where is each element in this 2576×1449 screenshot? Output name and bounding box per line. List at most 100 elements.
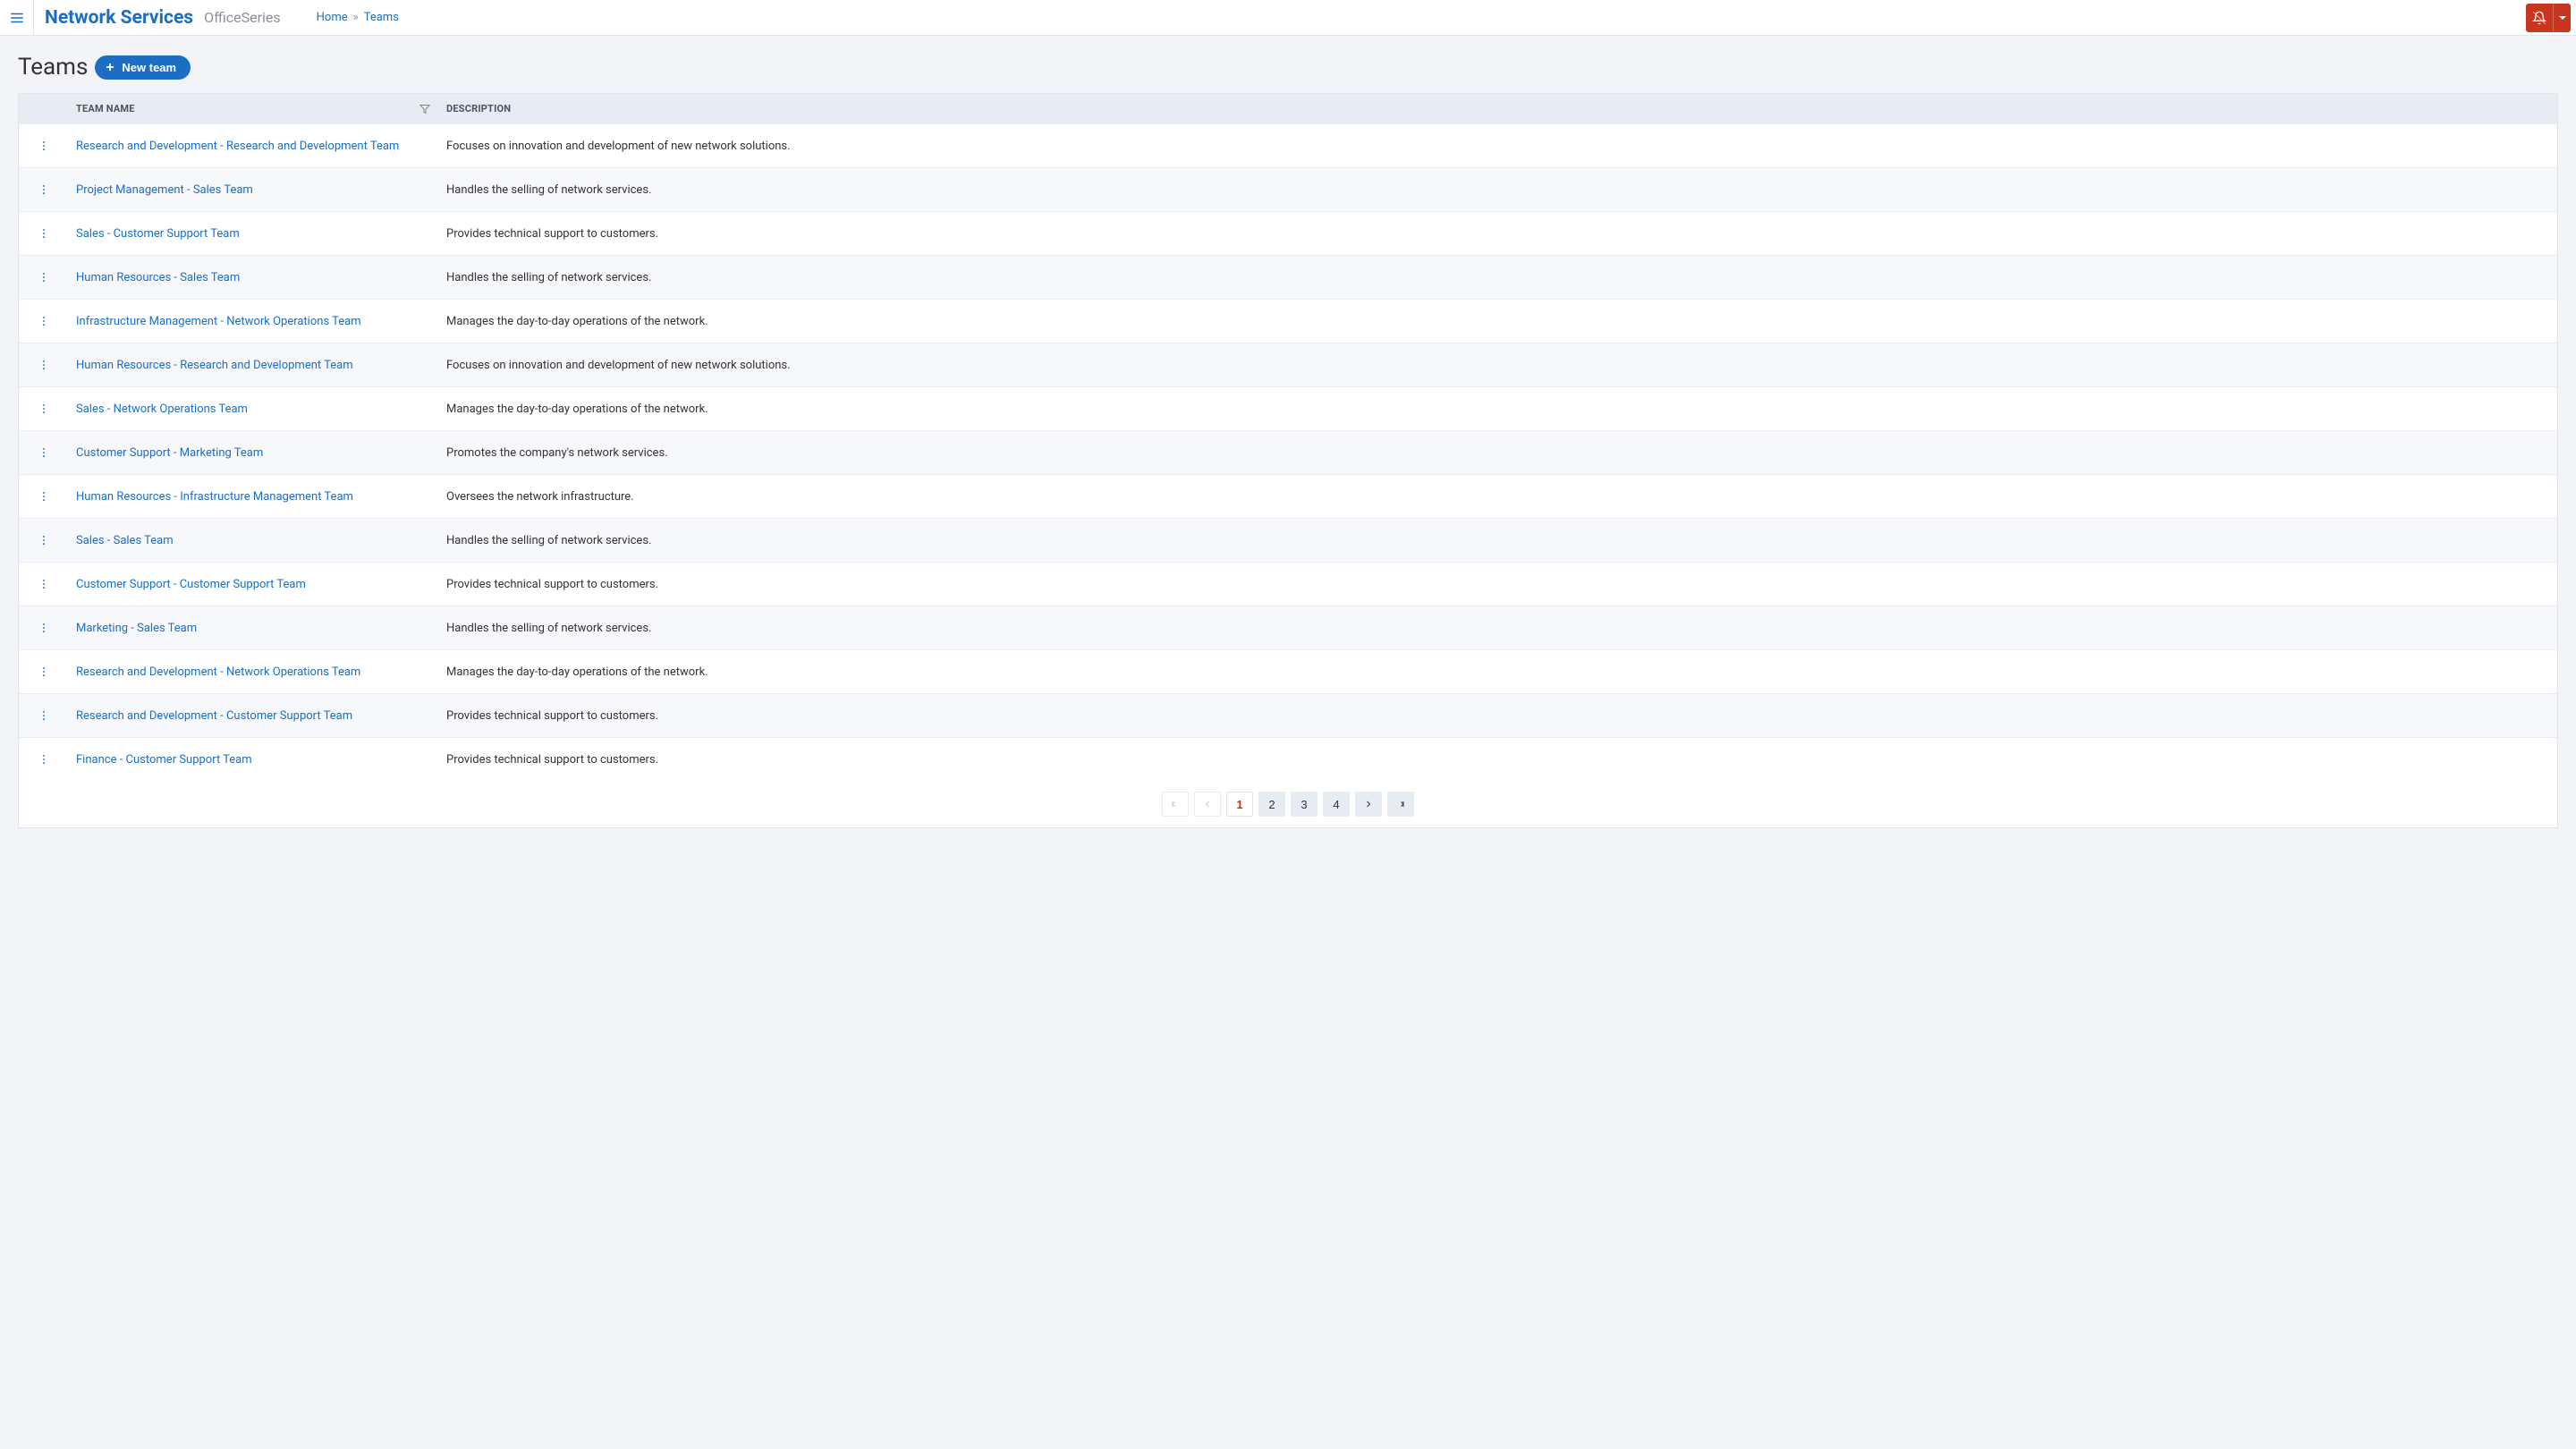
app-header: Network Services OfficeSeries Home » Tea… bbox=[0, 0, 2576, 36]
row-actions-button[interactable] bbox=[33, 135, 55, 157]
app-title[interactable]: Network Services bbox=[45, 7, 193, 29]
new-team-button[interactable]: New team bbox=[95, 55, 191, 80]
notifications-dropdown[interactable] bbox=[2553, 4, 2571, 32]
more-vertical-icon bbox=[38, 271, 50, 284]
page-header: Teams New team bbox=[18, 54, 2558, 80]
more-vertical-icon bbox=[38, 227, 50, 240]
page-prev-button bbox=[1194, 792, 1221, 817]
row-actions-button[interactable] bbox=[33, 223, 55, 244]
filter-icon bbox=[419, 104, 430, 114]
column-header-description-label: Description bbox=[446, 103, 511, 114]
breadcrumb-home[interactable]: Home bbox=[317, 11, 348, 24]
menu-button[interactable] bbox=[0, 0, 34, 36]
page-last-button[interactable] bbox=[1387, 792, 1414, 817]
breadcrumb-separator: » bbox=[353, 11, 359, 24]
team-description: Manages the day-to-day operations of the… bbox=[439, 650, 2557, 694]
row-actions-button[interactable] bbox=[33, 354, 55, 376]
team-name-link[interactable]: Customer Support - Marketing Team bbox=[76, 446, 263, 460]
more-vertical-icon bbox=[38, 622, 50, 634]
team-description: Promotes the company's network services. bbox=[439, 431, 2557, 475]
row-actions-button[interactable] bbox=[33, 573, 55, 595]
page-number-button[interactable]: 2 bbox=[1258, 792, 1285, 817]
more-vertical-icon bbox=[38, 140, 50, 152]
plus-icon bbox=[104, 61, 116, 73]
row-actions-button[interactable] bbox=[33, 398, 55, 419]
team-description: Handles the selling of network services. bbox=[439, 519, 2557, 563]
row-actions-button[interactable] bbox=[33, 442, 55, 463]
table-row: Research and Development - Research and … bbox=[19, 124, 2557, 168]
breadcrumb: Home » Teams bbox=[317, 11, 399, 24]
team-description: Provides technical support to customers. bbox=[439, 738, 2557, 782]
column-header-team-name[interactable]: Team Name bbox=[69, 94, 439, 124]
last-page-icon bbox=[1395, 799, 1406, 809]
team-description: Provides technical support to customers. bbox=[439, 212, 2557, 256]
team-name-link[interactable]: Sales - Network Operations Team bbox=[76, 402, 248, 416]
team-name-link[interactable]: Customer Support - Customer Support Team bbox=[76, 578, 306, 591]
row-actions-button[interactable] bbox=[33, 310, 55, 332]
column-header-actions bbox=[19, 94, 69, 124]
team-description: Handles the selling of network services. bbox=[439, 606, 2557, 650]
team-name-link[interactable]: Human Resources - Research and Developme… bbox=[76, 359, 353, 372]
team-description: Focuses on innovation and development of… bbox=[439, 124, 2557, 168]
team-description: Provides technical support to customers. bbox=[439, 694, 2557, 738]
table-row: Finance - Customer Support Team Provides… bbox=[19, 738, 2557, 782]
table-row: Sales - Customer Support Team Provides t… bbox=[19, 212, 2557, 256]
caret-down-icon bbox=[2558, 13, 2567, 22]
team-description: Manages the day-to-day operations of the… bbox=[439, 387, 2557, 431]
bell-icon bbox=[2532, 11, 2546, 25]
table-row: Project Management - Sales Team Handles … bbox=[19, 168, 2557, 212]
team-name-link[interactable]: Sales - Customer Support Team bbox=[76, 227, 240, 241]
new-team-label: New team bbox=[122, 61, 176, 74]
app-subtitle: OfficeSeries bbox=[204, 9, 281, 26]
more-vertical-icon bbox=[38, 490, 50, 503]
more-vertical-icon bbox=[38, 183, 50, 196]
row-actions-button[interactable] bbox=[33, 705, 55, 726]
more-vertical-icon bbox=[38, 315, 50, 327]
team-description: Handles the selling of network services. bbox=[439, 168, 2557, 212]
chevron-right-icon bbox=[1363, 799, 1374, 809]
column-header-description[interactable]: Description bbox=[439, 94, 2557, 124]
row-actions-button[interactable] bbox=[33, 749, 55, 770]
page-number-button[interactable]: 3 bbox=[1291, 792, 1318, 817]
team-name-link[interactable]: Human Resources - Infrastructure Managem… bbox=[76, 490, 353, 504]
team-name-link[interactable]: Sales - Sales Team bbox=[76, 534, 174, 547]
team-name-link[interactable]: Research and Development - Network Opera… bbox=[76, 665, 360, 679]
team-name-link[interactable]: Project Management - Sales Team bbox=[76, 183, 253, 197]
table-row: Sales - Network Operations Team Manages … bbox=[19, 387, 2557, 431]
notifications-button[interactable] bbox=[2526, 4, 2553, 32]
table-row: Research and Development - Network Opera… bbox=[19, 650, 2557, 694]
page-next-button[interactable] bbox=[1355, 792, 1382, 817]
pagination: 1234 bbox=[19, 781, 2557, 827]
table-row: Human Resources - Research and Developme… bbox=[19, 343, 2557, 387]
team-name-link[interactable]: Research and Development - Research and … bbox=[76, 140, 399, 153]
team-name-link[interactable]: Infrastructure Management - Network Oper… bbox=[76, 315, 361, 328]
row-actions-button[interactable] bbox=[33, 486, 55, 507]
table-row: Human Resources - Infrastructure Managem… bbox=[19, 475, 2557, 519]
header-actions bbox=[2526, 0, 2576, 36]
page-number-button[interactable]: 4 bbox=[1323, 792, 1350, 817]
row-actions-button[interactable] bbox=[33, 530, 55, 551]
team-name-link[interactable]: Finance - Customer Support Team bbox=[76, 753, 252, 767]
team-name-link[interactable]: Research and Development - Customer Supp… bbox=[76, 709, 352, 723]
team-name-link[interactable]: Marketing - Sales Team bbox=[76, 622, 197, 635]
team-description: Focuses on innovation and development of… bbox=[439, 343, 2557, 387]
team-description: Manages the day-to-day operations of the… bbox=[439, 300, 2557, 343]
team-name-link[interactable]: Human Resources - Sales Team bbox=[76, 271, 240, 284]
more-vertical-icon bbox=[38, 446, 50, 459]
table-row: Infrastructure Management - Network Oper… bbox=[19, 300, 2557, 343]
filter-team-name[interactable] bbox=[419, 104, 430, 114]
teams-table: Team Name Description Research and Devel… bbox=[19, 94, 2557, 781]
row-actions-button[interactable] bbox=[33, 617, 55, 639]
row-actions-button[interactable] bbox=[33, 267, 55, 288]
table-row: Sales - Sales Team Handles the selling o… bbox=[19, 519, 2557, 563]
teams-table-wrapper: Team Name Description Research and Devel… bbox=[18, 93, 2558, 828]
team-description: Provides technical support to customers. bbox=[439, 563, 2557, 606]
column-header-team-name-label: Team Name bbox=[76, 103, 135, 114]
row-actions-button[interactable] bbox=[33, 179, 55, 200]
team-description: Oversees the network infrastructure. bbox=[439, 475, 2557, 519]
row-actions-button[interactable] bbox=[33, 661, 55, 682]
more-vertical-icon bbox=[38, 665, 50, 678]
more-vertical-icon bbox=[38, 578, 50, 590]
table-row: Customer Support - Customer Support Team… bbox=[19, 563, 2557, 606]
breadcrumb-current: Teams bbox=[364, 11, 399, 24]
